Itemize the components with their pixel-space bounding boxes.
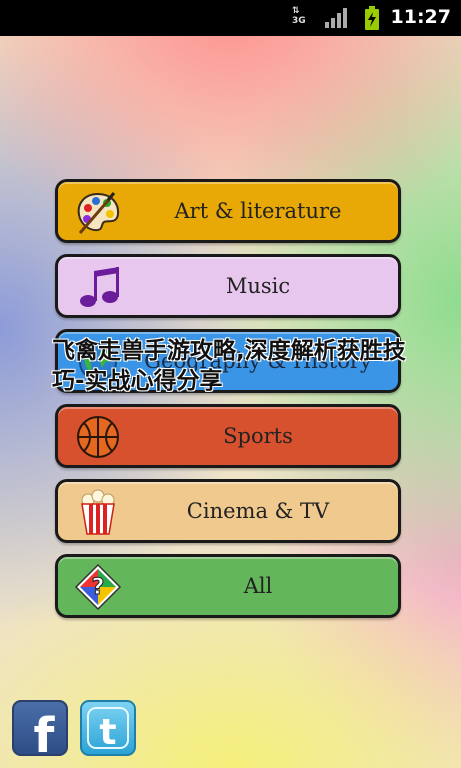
category-cinema-tv[interactable]: Cinema & TV — [55, 479, 401, 543]
overlay-banner-text: 飞禽走兽手游攻略,深度解析获胜技巧-实战心得分享 — [52, 338, 406, 394]
category-sports[interactable]: Sports — [55, 404, 401, 468]
clock: 11:27 — [390, 6, 451, 28]
facebook-button[interactable]: f — [12, 700, 68, 764]
network-type: ⇅ 3G — [292, 6, 306, 26]
category-music[interactable]: Music — [55, 254, 401, 318]
signal-icon — [325, 8, 347, 28]
twitter-button[interactable]: t — [80, 700, 136, 756]
popcorn-icon — [81, 489, 115, 535]
battery-icon — [365, 6, 379, 30]
status-bar: ⇅ 3G 11:27 — [0, 0, 461, 36]
category-label: Sports — [223, 424, 293, 448]
facebook-icon: f — [34, 708, 56, 764]
category-label: Art & literature — [174, 199, 342, 223]
svg-text:f: f — [34, 708, 56, 754]
category-label: All — [243, 574, 273, 598]
category-all[interactable]: ? All — [55, 554, 401, 618]
music-note-icon — [80, 267, 119, 307]
category-label: Cinema & TV — [186, 499, 330, 523]
palette-icon — [77, 192, 120, 234]
svg-text:?: ? — [92, 575, 105, 600]
category-label: Music — [225, 274, 291, 298]
question-diamond-icon: ? — [74, 563, 122, 611]
category-art-literature[interactable]: Art & literature — [55, 179, 401, 243]
basketball-icon — [77, 416, 119, 458]
twitter-icon: t — [87, 707, 129, 753]
svg-text:t: t — [99, 712, 116, 753]
